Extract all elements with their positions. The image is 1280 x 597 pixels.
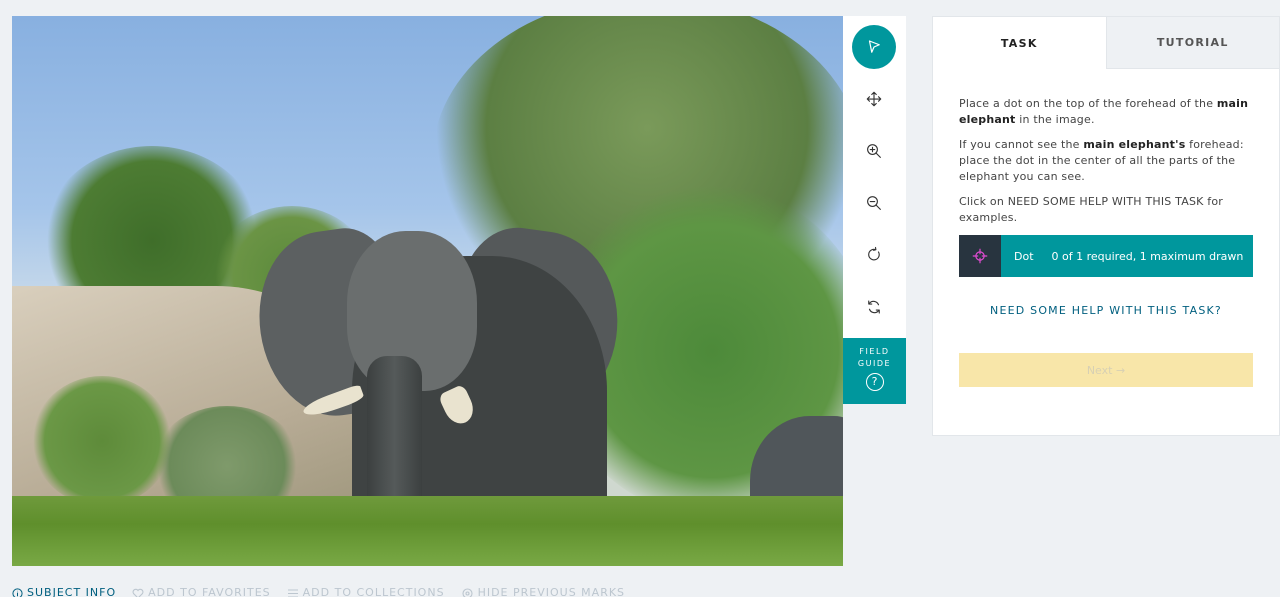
instruction-paragraph: Place a dot on the top of the forehead o… [959, 97, 1249, 126]
pointer-button[interactable] [852, 25, 896, 69]
grass [12, 496, 843, 566]
dot-tool-option[interactable]: Dot 0 of 1 required, 1 maximum drawn [959, 235, 1253, 277]
panel-tabs: TASK TUTORIAL [933, 17, 1279, 69]
add-collections-button[interactable]: ADD TO COLLECTIONS [287, 586, 445, 597]
need-help-link[interactable]: NEED SOME HELP WITH THIS TASK? [933, 304, 1279, 317]
subject-info-label: SUBJECT INFO [27, 586, 117, 597]
tool-icon-square [959, 235, 1001, 277]
field-guide-button[interactable]: FIELD GUIDE ? [843, 338, 906, 404]
next-button[interactable]: Next → [959, 353, 1253, 387]
zoom-out-icon [867, 196, 881, 210]
rotate-icon [868, 246, 880, 261]
subject-image[interactable] [12, 16, 843, 566]
pointer-icon [868, 40, 880, 53]
task-instructions: Place a dot on the top of the forehead o… [933, 69, 1279, 226]
zoom-in-button[interactable] [852, 129, 896, 173]
subject-info-button[interactable]: SUBJECT INFO [12, 586, 116, 597]
task-panel: TASK TUTORIAL Place a dot on the top of … [932, 16, 1280, 436]
move-icon [866, 91, 882, 107]
add-favorites-label: ADD TO FAVORITES [148, 586, 271, 597]
eye-icon [462, 587, 473, 597]
bush [32, 376, 172, 506]
reset-button[interactable] [852, 285, 896, 329]
instruction-paragraph: Click on NEED SOME HELP WITH THIS TASK f… [959, 195, 1223, 224]
instruction-paragraph: If you cannot see the main elephant's fo… [959, 138, 1244, 183]
heart-icon [132, 588, 144, 597]
hide-marks-button[interactable]: HIDE PREVIOUS MARKS [461, 586, 625, 597]
info-icon [12, 587, 23, 597]
add-collections-label: ADD TO COLLECTIONS [302, 586, 445, 597]
move-button[interactable] [852, 77, 896, 121]
hide-marks-label: HIDE PREVIOUS MARKS [477, 586, 626, 597]
tool-name: Dot [1014, 249, 1034, 263]
tab-task[interactable]: TASK [933, 17, 1106, 69]
subject-actions-bar: SUBJECT INFO ADD TO FAVORITES ADD TO COL… [12, 586, 625, 597]
image-toolbar: FIELD GUIDE ? [843, 16, 906, 404]
zoom-in-icon [867, 144, 881, 158]
tool-requirement: 0 of 1 required, 1 maximum drawn [1051, 249, 1244, 263]
reset-icon [868, 300, 880, 314]
zoom-out-button[interactable] [852, 181, 896, 225]
crosshair-icon [972, 248, 988, 264]
help-icon: ? [865, 373, 884, 391]
add-favorites-button[interactable]: ADD TO FAVORITES [132, 586, 271, 597]
field-guide-label: FIELD GUIDE [857, 347, 892, 368]
list-icon [287, 588, 298, 597]
rotate-button[interactable] [852, 233, 896, 277]
tab-tutorial[interactable]: TUTORIAL [1105, 17, 1279, 69]
